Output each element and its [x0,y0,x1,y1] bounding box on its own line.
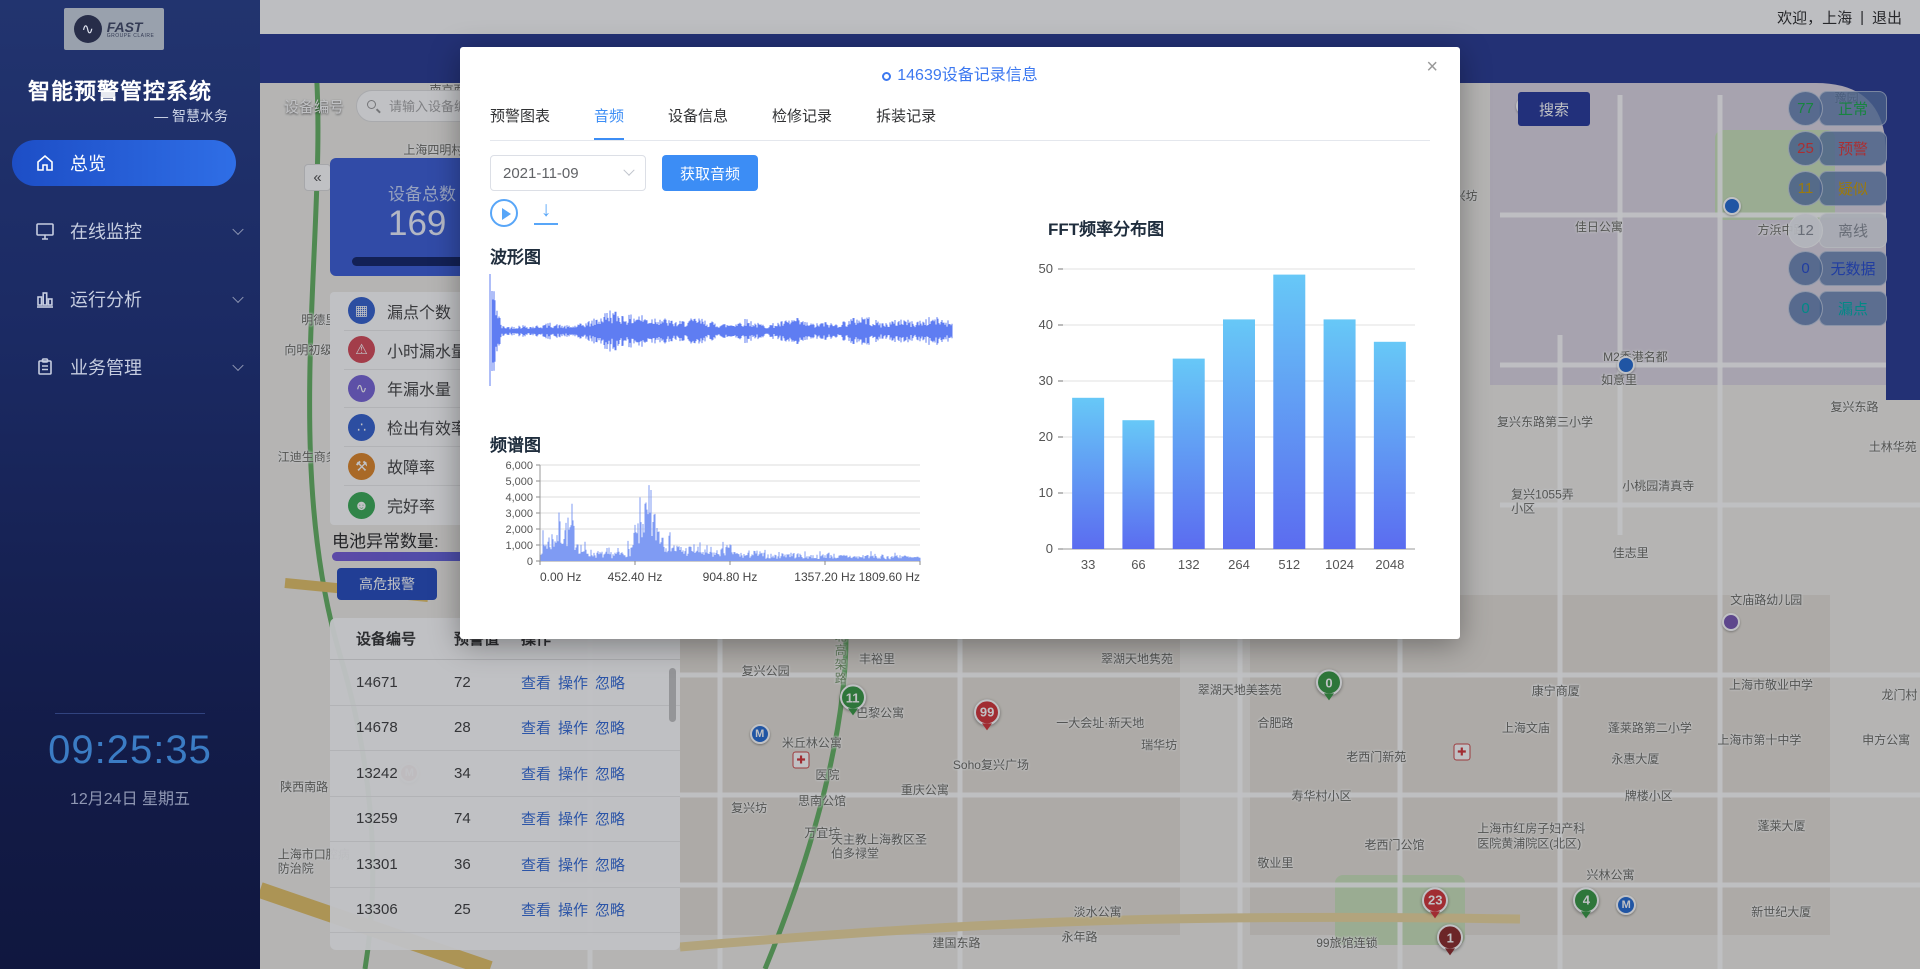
modal-tab[interactable]: 音频 [594,105,624,140]
sidebar-item-business[interactable]: 业务管理 [0,344,260,390]
logo-brand: FAST [107,20,155,34]
modal-title: 14639设备记录信息 [460,61,1460,85]
date-select[interactable]: 2021-11-09 [490,155,646,191]
sidebar-item-label: 业务管理 [70,354,142,380]
svg-text:1,000: 1,000 [505,540,533,552]
svg-text:3,000: 3,000 [505,508,533,520]
svg-text:2,000: 2,000 [505,524,533,536]
svg-text:10: 10 [1039,485,1053,500]
fetch-audio-button[interactable]: 获取音频 [662,155,758,191]
fft-bar [1072,398,1104,549]
modal-tab[interactable]: 预警图表 [490,105,550,140]
svg-text:30: 30 [1039,373,1053,388]
logo-brand-sub: GROUPE CLAIRE [107,34,155,39]
home-icon [34,153,56,173]
svg-text:0: 0 [527,556,533,568]
fft-bar [1273,275,1305,549]
svg-text:20: 20 [1039,429,1053,444]
bar-chart-icon [34,289,56,309]
modal-tab[interactable]: 设备信息 [668,105,728,140]
svg-text:5,000: 5,000 [505,476,533,488]
svg-text:904.80 Hz: 904.80 Hz [703,570,758,584]
sidebar-item-online-monitor[interactable]: 在线监控 [0,208,260,254]
app-root: ∿ FAST GROUPE CLAIRE 智能预警管控系统 — 智慧水务 总览 … [0,0,1920,969]
app-title: 智能预警管控系统 [0,74,240,106]
clock-date: 12月24日 星期五 [0,785,260,809]
svg-text:1357.20 Hz: 1357.20 Hz [794,570,855,584]
sidebar: ∿ FAST GROUPE CLAIRE 智能预警管控系统 — 智慧水务 总览 … [0,0,260,969]
chevron-down-icon [232,292,243,303]
fft-bar [1223,319,1255,549]
sidebar-item-label: 总览 [70,150,106,176]
svg-text:132: 132 [1178,557,1200,572]
svg-text:40: 40 [1039,317,1053,332]
svg-text:512: 512 [1278,557,1300,572]
sidebar-item-overview[interactable]: 总览 [12,140,236,186]
svg-text:2048: 2048 [1375,557,1404,572]
svg-text:0.00 Hz: 0.00 Hz [540,570,581,584]
date-select-value: 2021-11-09 [503,165,579,182]
ring-icon [882,72,891,81]
content-area: 欢迎，上海 | 退出 南京西路上海四明村明德里向明初 [260,0,1920,969]
svg-text:0: 0 [1046,541,1053,556]
fft-bar [1374,342,1406,549]
fft-bar [1122,420,1154,549]
svg-text:1809.60 Hz: 1809.60 Hz [859,570,920,584]
svg-text:50: 50 [1039,261,1053,276]
svg-text:452.40 Hz: 452.40 Hz [608,570,663,584]
svg-text:6,000: 6,000 [505,460,533,472]
sidebar-item-label: 在线监控 [70,218,142,244]
clock-divider [55,713,205,714]
sidebar-item-analysis[interactable]: 运行分析 [0,276,260,322]
fft-bar [1324,319,1356,549]
sidebar-menu: 总览 在线监控 运行分析 业务管理 [0,140,260,412]
modal-tabs: 预警图表 音频 设备信息 检修记录 拆装记录 [490,105,1430,141]
svg-text:4,000: 4,000 [505,492,533,504]
waveform-title: 波形图 [490,243,541,268]
svg-text:33: 33 [1081,557,1095,572]
modal-tab[interactable]: 检修记录 [772,105,832,140]
play-icon[interactable] [490,199,518,227]
sidebar-item-label: 运行分析 [70,286,142,312]
clock-time: 09:25:35 [0,728,260,773]
monitor-icon [34,221,56,241]
logo-wave-icon: ∿ [74,15,102,43]
fft-bar-chart: 0 10 20 30 40 50 33 66 132 264 512 1024 2048 [1015,243,1435,623]
app-subtitle: — 智慧水务 [154,106,228,126]
clipboard-icon [34,357,56,377]
clock-panel: 09:25:35 12月24日 星期五 [0,713,260,809]
close-icon[interactable]: × [1426,57,1438,77]
waveform-chart [488,271,953,389]
download-icon[interactable]: ↓ [534,197,558,225]
fft-bar [1173,359,1205,549]
spectrum-chart: 6,000 5,000 4,000 3,000 2,000 1,000 0 0.00 Hz 45… [488,455,928,597]
svg-text:264: 264 [1228,557,1250,572]
chevron-down-icon [232,360,243,371]
fft-title: FFT频率分布图 [1048,215,1164,240]
company-logo: ∿ FAST GROUPE CLAIRE [64,8,164,50]
svg-text:66: 66 [1131,557,1145,572]
chevron-down-icon [232,224,243,235]
chevron-down-icon [623,165,634,176]
svg-text:1024: 1024 [1325,557,1354,572]
spectrum-title: 频谱图 [490,431,541,456]
device-record-modal: 14639设备记录信息 × 预警图表 音频 设备信息 检修记录 拆装记录 2021-11… [460,47,1460,639]
modal-tab[interactable]: 拆装记录 [876,105,936,140]
